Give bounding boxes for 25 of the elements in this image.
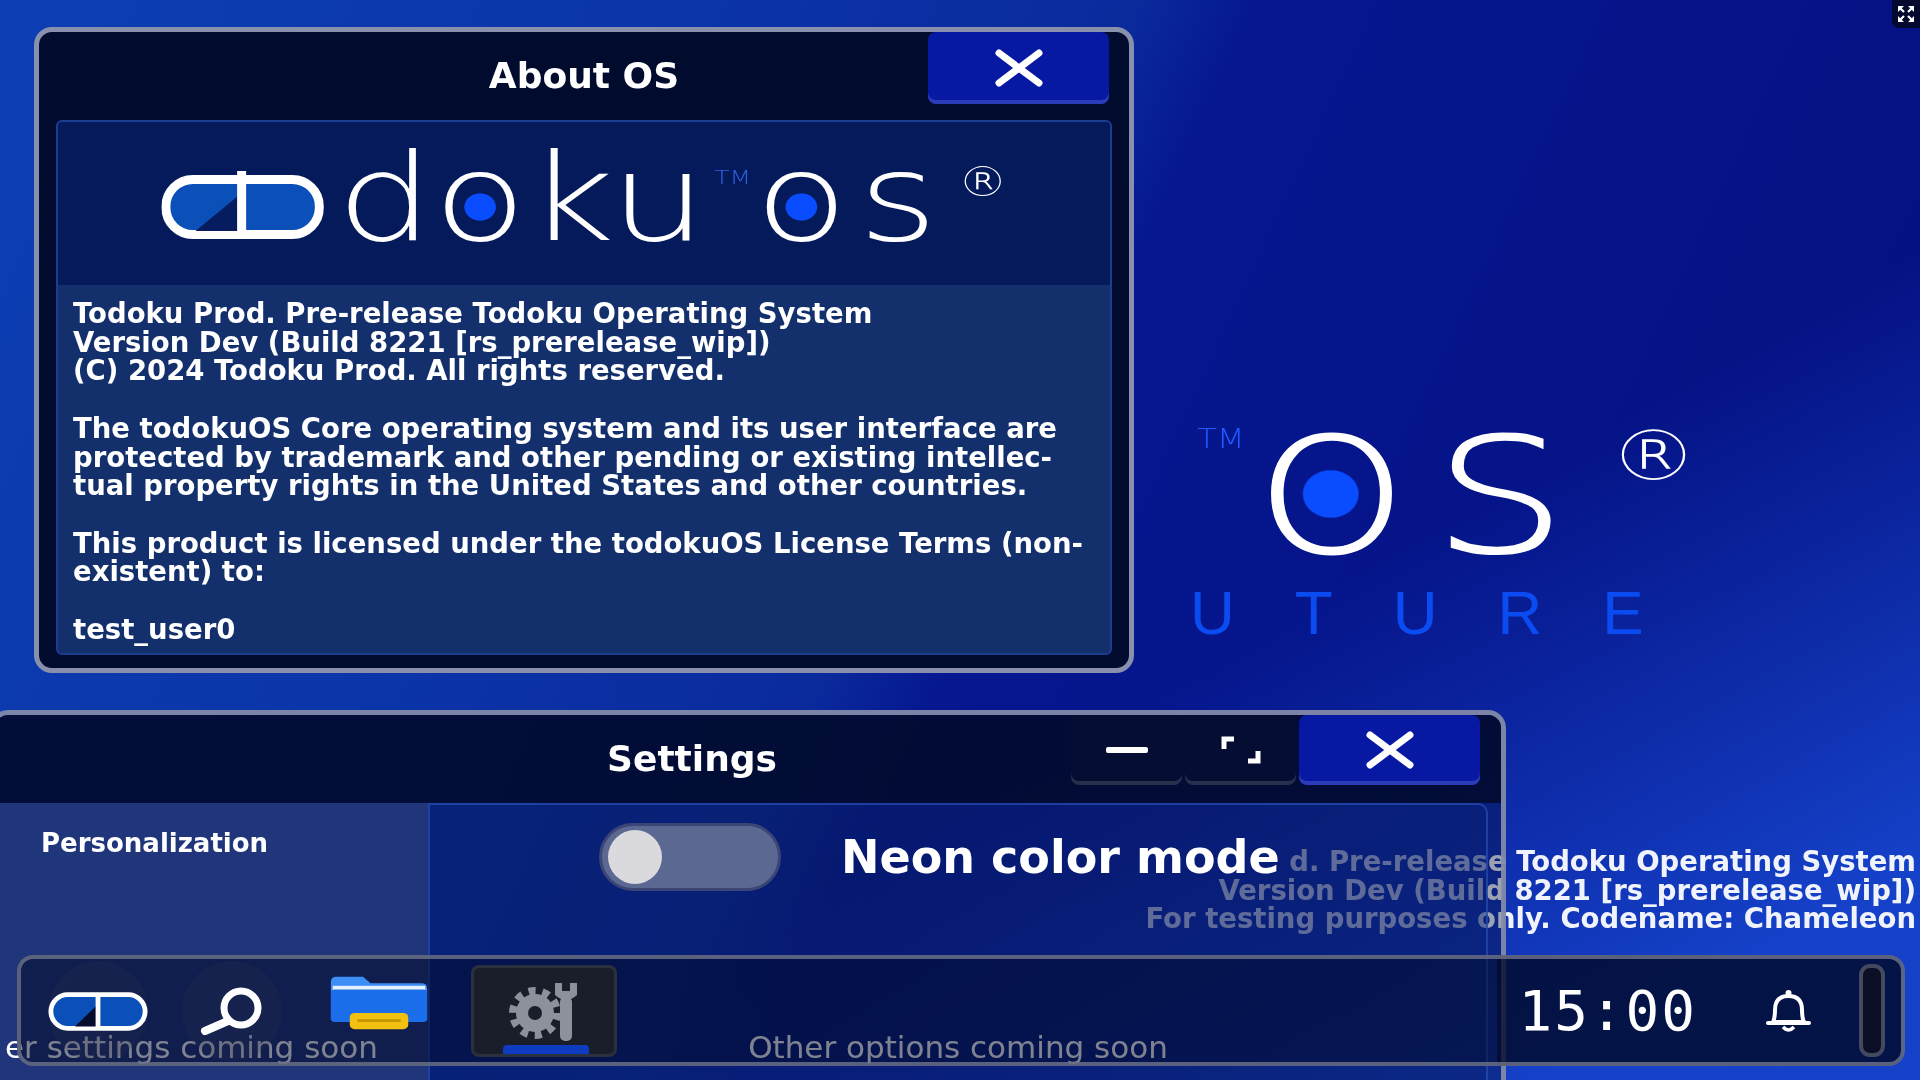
folder-icon bbox=[329, 974, 429, 1031]
window-title: About OS bbox=[488, 58, 680, 94]
close-icon bbox=[1364, 731, 1415, 769]
minimize-icon bbox=[1105, 747, 1148, 753]
logo-mark-icon bbox=[48, 989, 148, 1032]
registered-sign: ® bbox=[957, 162, 1008, 202]
bell-icon[interactable] bbox=[1763, 987, 1814, 1034]
sidebar-item[interactable]: Personalization bbox=[41, 829, 269, 857]
clock[interactable]: 15:00 bbox=[1518, 982, 1697, 1039]
option-label: Neon color mode bbox=[841, 837, 1280, 877]
panel-handle[interactable] bbox=[1859, 964, 1885, 1057]
about-paragraph: Todoku Prod. Pre-release Todoku Operating System Version Dev (Build 8221 [rs_prerelease_wip]) (C) 2024 Todoku Prod. All rights reserved. bbox=[73, 299, 873, 386]
registered-sign: ® bbox=[1609, 421, 1698, 491]
about-paragraph: This product is licensed under the todokuOS License Terms (non- existent) to: bbox=[73, 528, 1083, 586]
about-paragraph: The todokuOS Core operating system and its user interface are protected by trademark and other pending or existing intellec- tual property rights in the United States and other countries. bbox=[73, 413, 1057, 500]
window-title: Settings bbox=[607, 741, 777, 777]
close-button[interactable] bbox=[1299, 715, 1480, 785]
expand-arrows-icon bbox=[1897, 5, 1915, 23]
trademark-sign: TM bbox=[1197, 426, 1245, 452]
maximize-icon bbox=[1220, 736, 1261, 764]
close-icon bbox=[993, 49, 1044, 87]
about-paragraph: test_user0 bbox=[73, 614, 236, 644]
close-button[interactable] bbox=[928, 32, 1109, 104]
trademark-sign: TM bbox=[713, 167, 751, 187]
fullscreen-button[interactable] bbox=[1892, 0, 1920, 28]
